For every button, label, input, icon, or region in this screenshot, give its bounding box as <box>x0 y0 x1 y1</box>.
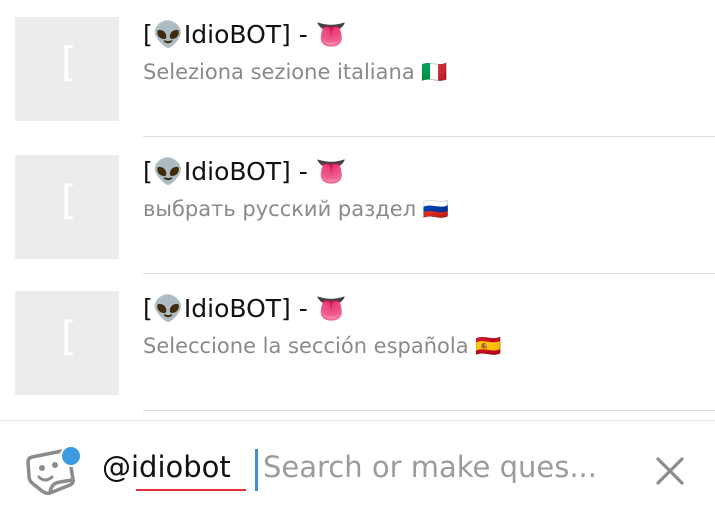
result-title: [👽IdioBOT] - 👅 <box>143 294 347 323</box>
result-description: выбрать русский раздел 🇷🇺 <box>143 197 449 221</box>
result-item-italian[interactable]: [ [👽IdioBOT] - 👅 Seleziona sezione itali… <box>0 0 715 137</box>
result-item-russian[interactable]: [ [👽IdioBOT] - 👅 выбрать русский раздел … <box>0 137 715 274</box>
bot-mention-text: @idiobot <box>102 450 231 484</box>
message-input[interactable]: @idiobot Search or make ques... <box>102 449 622 491</box>
result-item-spanish[interactable]: [ [👽IdioBOT] - 👅 Seleccione la sección e… <box>0 274 715 411</box>
text-caret <box>255 449 258 491</box>
thumbnail-placeholder-glyph: [ <box>61 314 77 360</box>
result-description: Seleccione la sección española 🇪🇸 <box>143 334 502 358</box>
inline-results-list: [ [👽IdioBOT] - 👅 Seleziona sezione itali… <box>0 0 715 420</box>
result-thumbnail: [ <box>15 291 119 395</box>
thumbnail-placeholder-glyph: [ <box>61 40 77 86</box>
result-thumbnail: [ <box>15 155 119 259</box>
close-icon <box>656 457 684 485</box>
row-divider <box>143 410 715 411</box>
input-placeholder: Search or make ques... <box>263 450 597 484</box>
result-description: Seleziona sezione italiana 🇮🇹 <box>143 60 448 84</box>
message-composer: @idiobot Search or make ques... <box>0 420 715 516</box>
result-thumbnail: [ <box>15 17 119 121</box>
inline-bot-results-screen: [ [👽IdioBOT] - 👅 Seleziona sezione itali… <box>0 0 715 516</box>
thumbnail-placeholder-glyph: [ <box>61 178 77 224</box>
spellcheck-underline <box>136 489 246 491</box>
result-title: [👽IdioBOT] - 👅 <box>143 157 347 186</box>
result-title: [👽IdioBOT] - 👅 <box>143 20 347 49</box>
clear-input-button[interactable] <box>650 451 690 491</box>
notification-dot <box>60 445 82 467</box>
